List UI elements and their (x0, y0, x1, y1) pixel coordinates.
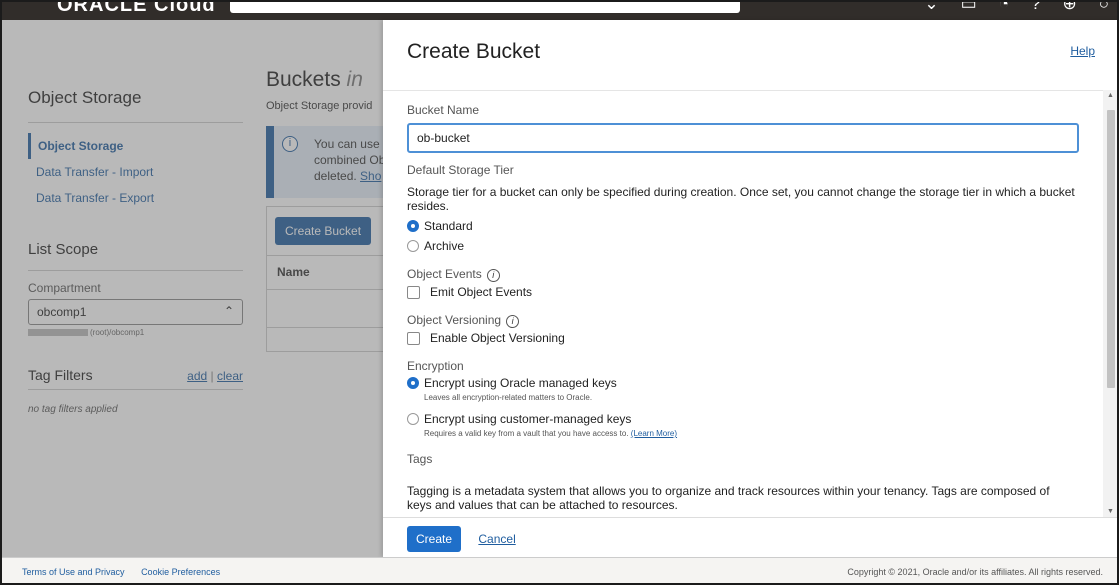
region-icon[interactable]: ⌄ (924, 2, 938, 14)
encrypt-oracle-option[interactable]: Encrypt using Oracle managed keys (407, 376, 1077, 390)
encrypt-customer-hint-text: Requires a valid key from a vault that y… (424, 429, 629, 438)
bucket-name-input[interactable] (407, 123, 1079, 153)
encrypt-customer-hint: Requires a valid key from a vault that y… (424, 429, 1077, 438)
enable-versioning-option[interactable]: Enable Object Versioning (407, 331, 1077, 345)
page-footer: Terms of Use and Privacy Cookie Preferen… (2, 557, 1117, 583)
object-events-section: Object Events i Emit Object Events (407, 267, 1077, 299)
profile-icon[interactable]: ○ (1099, 2, 1109, 14)
panel-form: Bucket Name Default Storage Tier Storage… (383, 91, 1101, 515)
radio-checked-icon[interactable] (407, 220, 419, 232)
encrypt-oracle-label: Encrypt using Oracle managed keys (424, 376, 617, 390)
radio-unchecked-icon[interactable] (407, 240, 419, 252)
panel-body: Bucket Name Default Storage Tier Storage… (383, 90, 1117, 515)
global-search-input[interactable] (230, 2, 740, 13)
tier-archive-option[interactable]: Archive (407, 239, 1077, 253)
info-icon[interactable]: i (486, 269, 500, 282)
tags-label: Tags (407, 452, 433, 466)
top-navigation-bar: ORACLE Cloud ⌄ ▭ ◔ ? ⊕ ○ (2, 2, 1117, 20)
object-events-label: Object Events i (407, 267, 1077, 282)
tier-standard-option[interactable]: Standard (407, 219, 1077, 233)
browser-frame: ORACLE Cloud ⌄ ▭ ◔ ? ⊕ ○ Object Storage … (0, 0, 1119, 585)
help-icon[interactable]: ? (1031, 2, 1040, 14)
emit-events-label: Emit Object Events (430, 285, 533, 299)
radio-checked-icon[interactable] (407, 377, 419, 389)
checkbox[interactable] (407, 285, 420, 299)
help-link[interactable]: Help (1070, 44, 1095, 58)
enable-versioning-label: Enable Object Versioning (430, 331, 565, 345)
tags-section: Tags Tagging is a metadata system that a… (407, 452, 1077, 512)
cookie-preferences-link[interactable]: Cookie Preferences (141, 567, 220, 577)
encrypt-oracle-hint: Leaves all encryption-related matters to… (424, 393, 593, 402)
scroll-up-icon[interactable]: ▲ (1107, 92, 1114, 99)
tags-desc: Tagging is a metadata system that allows… (407, 484, 1050, 512)
learn-more-link[interactable]: (Learn More) (631, 429, 677, 438)
panel-footer: Create Cancel (383, 517, 1117, 557)
cancel-button[interactable]: Cancel (478, 532, 515, 546)
create-bucket-panel: Create Bucket Help Bucket Name Default S… (383, 20, 1117, 557)
oracle-cloud-logo[interactable]: ORACLE Cloud (57, 2, 216, 17)
storage-tier-desc: Storage tier for a bucket can only be sp… (407, 185, 1075, 213)
emit-events-option[interactable]: Emit Object Events (407, 285, 1077, 299)
object-events-label-text: Object Events (407, 267, 482, 281)
cloud-shell-icon[interactable]: ▭ (961, 2, 977, 14)
object-versioning-section: Object Versioning i Enable Object Version… (407, 313, 1077, 345)
scroll-down-icon[interactable]: ▼ (1107, 508, 1114, 515)
radio-unchecked-icon[interactable] (407, 413, 419, 425)
copyright-text: Copyright © 2021, Oracle and/or its affi… (847, 567, 1103, 577)
encrypt-customer-label: Encrypt using customer-managed keys (424, 412, 632, 426)
encryption-section: Encryption Encrypt using Oracle managed … (407, 359, 1077, 438)
terms-link[interactable]: Terms of Use and Privacy (22, 567, 125, 577)
panel-title: Create Bucket (407, 40, 541, 63)
tier-archive-label: Archive (424, 239, 465, 253)
modal-overlay[interactable] (2, 20, 383, 557)
panel-scrollbar[interactable]: ▲ ▼ (1103, 90, 1117, 517)
create-button[interactable]: Create (407, 526, 462, 552)
tier-standard-label: Standard (424, 219, 473, 233)
object-versioning-label: Object Versioning i (407, 313, 1077, 328)
scroll-thumb[interactable] (1107, 110, 1115, 388)
notification-icon[interactable]: ◔ (999, 2, 1009, 14)
language-globe-icon[interactable]: ⊕ (1062, 2, 1076, 14)
object-versioning-label-text: Object Versioning (407, 313, 502, 327)
info-icon[interactable]: i (506, 315, 520, 328)
bucket-name-label: Bucket Name (407, 103, 480, 117)
storage-tier-section: Default Storage Tier Storage tier for a … (407, 163, 1077, 253)
encrypt-customer-option[interactable]: Encrypt using customer-managed keys (407, 412, 1077, 426)
storage-tier-label: Default Storage Tier (407, 163, 514, 177)
checkbox[interactable] (407, 331, 420, 345)
encryption-label: Encryption (407, 359, 464, 373)
top-icons: ⌄ ▭ ◔ ? ⊕ ○ (924, 2, 1109, 14)
